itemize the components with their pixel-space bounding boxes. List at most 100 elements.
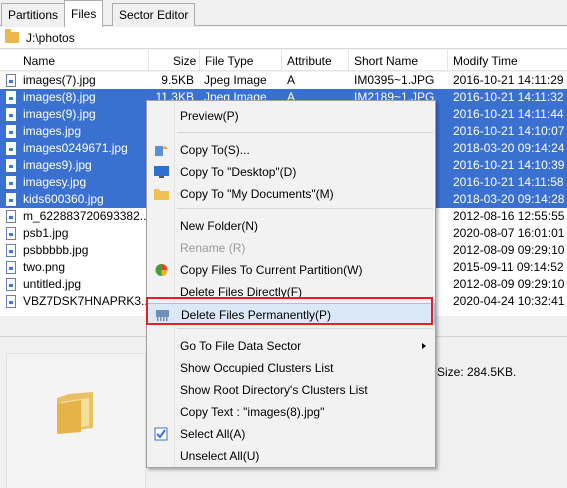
file-row[interactable]: images(7).jpg 9.5KB Jpeg Image A IM0395~1.JP… (0, 72, 567, 89)
highlight-box (146, 297, 433, 325)
image-file-icon (6, 193, 16, 206)
image-file-icon (6, 295, 16, 308)
image-file-icon (6, 176, 16, 189)
image-file-icon (6, 278, 16, 291)
menu-item-label: Copy To "Desktop"(D) (180, 165, 297, 179)
file-modify-time: 2016-10-21 14:11:44 (453, 107, 564, 121)
column-attribute[interactable]: Attribute (287, 54, 332, 68)
menu-item-label: Select All(A) (180, 427, 246, 441)
file-name: untitled.jpg (23, 277, 82, 291)
large-folder-icon (57, 392, 93, 434)
menu-item[interactable]: Go To File Data Sector (147, 335, 435, 357)
menu-item[interactable]: New Folder(N) (147, 215, 435, 237)
file-modify-time: 2016-10-21 14:10:39 (453, 158, 565, 172)
desktop-icon (154, 166, 169, 178)
menu-separator (177, 208, 433, 209)
menu-item-label: Copy Text : "images(8).jpg" (180, 405, 325, 419)
menu-item: Rename (R) (147, 237, 435, 259)
menu-item-label: Copy Files To Current Partition(W) (180, 263, 363, 277)
menu-item[interactable]: Copy Text : "images(8).jpg" (147, 401, 435, 423)
image-file-icon (6, 74, 16, 87)
menu-item-label: Go To File Data Sector (180, 339, 302, 353)
tab-partitions[interactable]: Partitions (1, 3, 66, 26)
tab-sector-editor[interactable]: Sector Editor (112, 3, 196, 26)
file-modify-time: 2016-10-21 14:10:07 (453, 124, 565, 138)
menu-item[interactable]: Copy To "My Documents"(M) (147, 183, 435, 205)
menu-item-label: New Folder(N) (180, 219, 259, 233)
menu-item-label: Copy To(S)... (180, 143, 250, 157)
image-file-icon (6, 261, 16, 274)
file-name: imagesy.jpg (23, 175, 87, 189)
file-name: two.png (23, 260, 66, 274)
path-bar: J:\photos (0, 27, 567, 49)
file-short-name: IM0395~1.JPG (354, 73, 435, 87)
menu-item-label: Unselect All(U) (180, 449, 260, 463)
image-file-icon (6, 210, 16, 223)
file-name: m_622883720693382... (23, 209, 148, 223)
image-file-icon (6, 125, 16, 138)
size-info: Size: 284.5KB. (437, 365, 517, 379)
menu-item-label: Copy To "My Documents"(M) (180, 187, 334, 201)
file-modify-time: 2016-10-21 14:11:58 (453, 175, 564, 189)
menu-item[interactable]: Unselect All(U) (147, 445, 435, 467)
menu-separator (177, 328, 433, 329)
image-file-icon (6, 142, 16, 155)
file-modify-time: 2018-03-20 09:14:28 (453, 192, 565, 206)
column-header-row: Name Size File Type Attribute Short Name… (0, 50, 567, 71)
menu-item[interactable]: Copy To "Desktop"(D) (147, 161, 435, 183)
menu-item[interactable]: Preview(P) (147, 105, 435, 127)
menu-item-label: Rename (R) (180, 241, 246, 255)
column-short-name[interactable]: Short Name (354, 54, 418, 68)
image-file-icon (6, 159, 16, 172)
menu-item-label: Show Occupied Clusters List (180, 361, 334, 375)
file-modify-time: 2016-10-21 14:11:32 (453, 90, 564, 104)
file-modify-time: 2020-08-07 16:01:01 (453, 226, 565, 240)
menu-item-label: Preview(P) (180, 109, 239, 123)
file-name: psb1.jpg (23, 226, 69, 240)
file-name: images.jpg (23, 124, 82, 138)
file-name: kids600360.jpg (23, 192, 104, 206)
file-modify-time: 2018-03-20 09:14:24 (453, 141, 565, 155)
column-name[interactable]: Name (23, 54, 55, 68)
menu-item-label: Show Root Directory's Clusters List (180, 383, 368, 397)
image-file-icon (6, 108, 16, 121)
menu-item[interactable]: Copy To(S)... (147, 139, 435, 161)
file-modify-time: 2012-08-09 09:29:10 (453, 277, 565, 291)
column-size[interactable]: Size (173, 54, 196, 68)
file-name: images9).jpg (23, 158, 92, 172)
menu-item[interactable]: Show Occupied Clusters List (147, 357, 435, 379)
file-modify-time: 2012-08-16 12:55:55 (453, 209, 565, 223)
file-name: VBZ7DSK7HNAPRK3... (23, 294, 148, 308)
file-name: images(7).jpg (23, 73, 96, 87)
current-path: J:\photos (26, 31, 75, 45)
file-name: images(9).jpg (23, 107, 96, 121)
folder-icon (154, 189, 169, 200)
copy-icon (155, 146, 168, 156)
menu-separator (177, 132, 433, 133)
tab-files[interactable]: Files (64, 0, 104, 27)
file-modify-time: 2016-10-21 14:11:29 (453, 73, 564, 87)
tab-bar: Partitions Files Sector Editor (0, 0, 567, 27)
menu-item[interactable]: Copy Files To Current Partition(W) (147, 259, 435, 281)
file-modify-time: 2012-08-09 09:29:10 (453, 243, 565, 257)
menu-item[interactable]: Select All(A) (147, 423, 435, 445)
image-file-icon (6, 91, 16, 104)
file-name: psbbbbb.jpg (23, 243, 89, 257)
file-attribute: A (287, 73, 296, 87)
image-file-icon (6, 244, 16, 257)
file-name: images(8).jpg (23, 90, 96, 104)
context-menu: Preview(P) Copy To(S)... Copy To "Desktop"… (146, 100, 436, 468)
file-modify-time: 2015-09-11 09:14:52 (453, 260, 564, 274)
file-size: 9.5KB (161, 73, 194, 87)
file-modify-time: 2020-04-24 10:32:41 (453, 294, 565, 308)
folder-icon (5, 29, 19, 43)
file-type: Jpeg Image (204, 73, 267, 87)
menu-item[interactable]: Show Root Directory's Clusters List (147, 379, 435, 401)
pie-icon (155, 264, 168, 276)
file-name: images0249671.jpg (23, 141, 128, 155)
column-modify-time[interactable]: Modify Time (453, 54, 518, 68)
submenu-arrow-icon (422, 343, 426, 349)
checkbox-icon (154, 427, 168, 441)
column-file-type[interactable]: File Type (205, 54, 253, 68)
image-file-icon (6, 227, 16, 240)
